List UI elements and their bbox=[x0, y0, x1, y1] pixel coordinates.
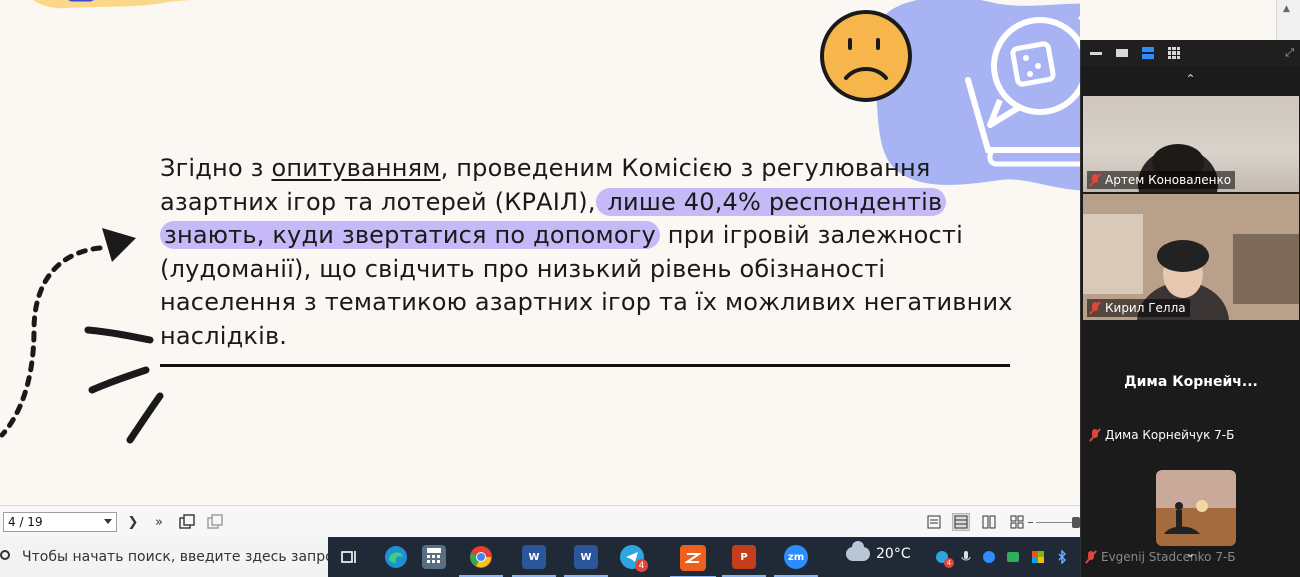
chevron-down-icon: ⌄ bbox=[1185, 546, 1196, 560]
gallery-grid-icon bbox=[1168, 47, 1180, 59]
zoom-slider-handle[interactable] bbox=[1072, 517, 1080, 528]
tray-badge: 4 bbox=[944, 558, 954, 568]
pdf-reader-icon[interactable] bbox=[670, 545, 716, 577]
chevron-down-icon bbox=[104, 519, 112, 524]
telegram-unread-badge: 4 bbox=[635, 559, 648, 572]
scroll-down-button[interactable]: ⌄ bbox=[1081, 546, 1300, 560]
two-page-view-button[interactable] bbox=[980, 513, 998, 531]
word-icon-2[interactable]: W bbox=[564, 545, 608, 577]
participant-name: Артем Коноваленко bbox=[1105, 173, 1232, 187]
minimize-button[interactable] bbox=[1089, 46, 1103, 60]
weather-temperature: 20°C bbox=[876, 546, 911, 562]
scroll-up-icon[interactable]: ▲ bbox=[1283, 4, 1290, 14]
participant-display-name: Дима Корнейч... bbox=[1124, 374, 1258, 390]
powerpoint-icon[interactable]: P bbox=[722, 545, 766, 577]
microphone-icon[interactable] bbox=[958, 549, 974, 565]
slide-body-text: Згідно з опитуванням, проведеним Комісіє… bbox=[160, 152, 1020, 354]
task-view-icon[interactable] bbox=[338, 545, 362, 569]
last-page-button[interactable]: » bbox=[150, 513, 168, 531]
continuous-page-icon bbox=[954, 515, 968, 529]
single-page-icon bbox=[927, 515, 941, 529]
participant-tile-1[interactable]: Артем Коноваленко bbox=[1083, 96, 1299, 192]
page-indicator: 4 / 19 bbox=[8, 515, 43, 529]
text-intro: Згідно з bbox=[160, 154, 272, 182]
vertical-scrollbar[interactable]: ▲ bbox=[1276, 0, 1300, 40]
copy-page-button[interactable] bbox=[178, 513, 196, 531]
screen: Згідно з опитуванням, проведеним Комісіє… bbox=[0, 0, 1300, 577]
cloud-icon bbox=[846, 541, 870, 561]
chrome-icon[interactable] bbox=[459, 545, 503, 577]
thumbnail-icon bbox=[1116, 49, 1128, 57]
next-page-button[interactable]: ❯ bbox=[124, 513, 142, 531]
participant-name: Дима Корнейчук 7-Б bbox=[1105, 428, 1235, 442]
bluetooth-icon[interactable] bbox=[1054, 549, 1070, 565]
participant-name-tag: Кирил Гелла bbox=[1087, 299, 1190, 317]
sad-face-icon bbox=[820, 10, 912, 102]
security-icon[interactable] bbox=[1030, 549, 1046, 565]
search-icon bbox=[0, 550, 10, 560]
weather-widget[interactable]: 20°C bbox=[846, 541, 911, 562]
avatar-sunset-image bbox=[1156, 470, 1236, 546]
participant-avatar[interactable] bbox=[1156, 470, 1236, 546]
expand-icon[interactable]: ⤢ bbox=[1285, 46, 1294, 60]
participant-tile-2[interactable]: Кирил Гелла bbox=[1083, 194, 1299, 320]
text-underlined-link[interactable]: опитуванням bbox=[271, 154, 440, 182]
tray-zoom-icon[interactable] bbox=[981, 549, 997, 565]
telegram-icon[interactable]: 4 bbox=[620, 545, 648, 572]
zoom-icon[interactable]: zm bbox=[774, 545, 818, 577]
participant-tile-3[interactable]: Дима Корнейч... Дима Корнейчук 7-Б bbox=[1083, 322, 1299, 447]
zoom-participants-panel: ⤢ ⌃ Артем Коноваленко Кирил Гелла Дима К… bbox=[1080, 40, 1300, 577]
speaker-view-icon bbox=[1142, 47, 1154, 59]
tray-app-icon[interactable] bbox=[1005, 549, 1021, 565]
search-placeholder: Чтобы начать поиск, введите здесь запрос bbox=[22, 549, 328, 565]
paste-page-button[interactable] bbox=[206, 513, 224, 531]
two-page-continuous-view-button[interactable] bbox=[1008, 513, 1026, 531]
single-page-view-button[interactable] bbox=[925, 513, 943, 531]
participant-name-tag: Дима Корнейчук 7-Б bbox=[1087, 426, 1238, 444]
mic-muted-icon bbox=[1089, 173, 1101, 187]
speaker-view-button[interactable] bbox=[1141, 46, 1155, 60]
two-page-continuous-icon bbox=[1010, 515, 1024, 529]
mic-muted-icon bbox=[1089, 301, 1101, 315]
edge-icon[interactable] bbox=[384, 545, 408, 569]
participant-name-tag: Артем Коноваленко bbox=[1087, 171, 1236, 189]
zoom-view-toolbar: ⤢ bbox=[1081, 40, 1300, 66]
minimize-icon bbox=[1090, 51, 1102, 55]
chevron-up-icon: ⌃ bbox=[1185, 72, 1196, 86]
gallery-view-button[interactable] bbox=[1167, 46, 1181, 60]
scroll-up-button[interactable]: ⌃ bbox=[1081, 66, 1300, 92]
presentation-slide: Згідно з опитуванням, проведеним Комісіє… bbox=[0, 0, 1080, 505]
copy-icon bbox=[179, 514, 195, 529]
mic-muted-icon bbox=[1089, 428, 1101, 442]
windows-taskbar: Чтобы начать поиск, введите здесь запрос… bbox=[0, 537, 1080, 577]
two-page-icon bbox=[982, 515, 996, 529]
continuous-view-button[interactable] bbox=[952, 513, 970, 531]
taskbar-search-box[interactable]: Чтобы начать поиск, введите здесь запрос bbox=[0, 537, 328, 577]
thumbnail-view-button[interactable] bbox=[1115, 46, 1129, 60]
participant-name: Кирил Гелла bbox=[1105, 301, 1186, 315]
tray-telegram-icon[interactable]: 4 bbox=[934, 549, 954, 568]
pdf-bottom-toolbar: 4 / 19 ❯ » bbox=[0, 505, 1080, 537]
divider-line bbox=[160, 364, 1010, 367]
page-selector[interactable]: 4 / 19 bbox=[3, 512, 117, 532]
calculator-icon[interactable] bbox=[422, 545, 446, 569]
decorative-top-blob bbox=[32, 0, 193, 9]
word-icon[interactable]: W bbox=[512, 545, 556, 577]
paste-icon bbox=[207, 514, 223, 529]
